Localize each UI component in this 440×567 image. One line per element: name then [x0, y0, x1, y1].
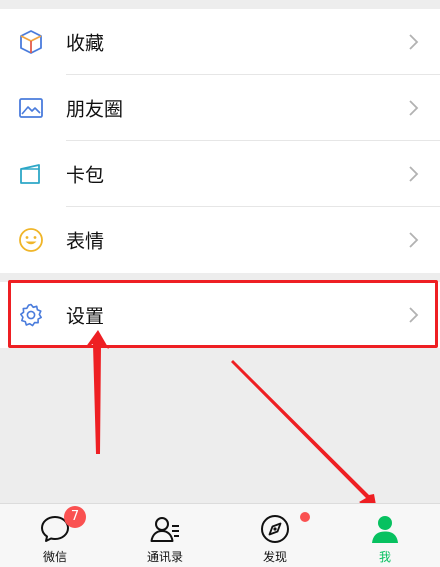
tab-label: 通讯录	[146, 550, 183, 564]
tab-me[interactable]: 我	[330, 504, 440, 567]
chevron-right-icon	[409, 100, 419, 116]
menu-item-settings[interactable]: 设置	[0, 282, 440, 348]
menu-item-label: 朋友圈	[66, 98, 124, 121]
unread-badge: 7	[64, 506, 86, 528]
bottom-tab-bar: 7 微信 通讯录 发现 我	[0, 503, 440, 567]
menu-item-moments[interactable]: 朋友圈	[0, 75, 440, 141]
me-menu-list: 收藏 朋友圈 卡包 表情	[0, 9, 440, 273]
sticker-smiley-icon	[19, 228, 43, 252]
menu-item-label: 表情	[66, 230, 105, 253]
new-content-dot	[300, 512, 310, 522]
chevron-right-icon	[409, 307, 419, 323]
annotation-arrow-diagonal	[231, 360, 378, 516]
favorites-cube-icon	[20, 30, 42, 54]
menu-item-label: 收藏	[66, 32, 105, 55]
tab-chats[interactable]: 7 微信	[0, 504, 110, 567]
gear-icon	[20, 303, 42, 327]
person-icon	[372, 516, 398, 543]
tab-label: 微信	[42, 550, 67, 564]
tab-label: 发现	[262, 550, 287, 564]
annotation-arrow-up	[85, 330, 109, 454]
tab-contacts[interactable]: 通讯录	[110, 504, 220, 567]
menu-item-favorites[interactable]: 收藏	[0, 9, 440, 75]
menu-item-stickers[interactable]: 表情	[0, 207, 440, 273]
menu-item-label: 设置	[66, 305, 105, 328]
tab-label: 我	[378, 550, 391, 564]
moments-picture-icon	[19, 98, 43, 118]
settings-group: 设置	[0, 282, 440, 348]
card-wallet-icon	[20, 164, 40, 184]
chevron-right-icon	[409, 166, 419, 182]
contacts-icon	[150, 517, 179, 542]
menu-item-label: 卡包	[66, 164, 105, 187]
chevron-right-icon	[409, 232, 419, 248]
chevron-right-icon	[409, 34, 419, 50]
compass-icon	[261, 515, 289, 543]
top-strip	[0, 0, 440, 9]
tab-discover[interactable]: 发现	[220, 504, 330, 567]
menu-item-card-wallet[interactable]: 卡包	[0, 141, 440, 207]
